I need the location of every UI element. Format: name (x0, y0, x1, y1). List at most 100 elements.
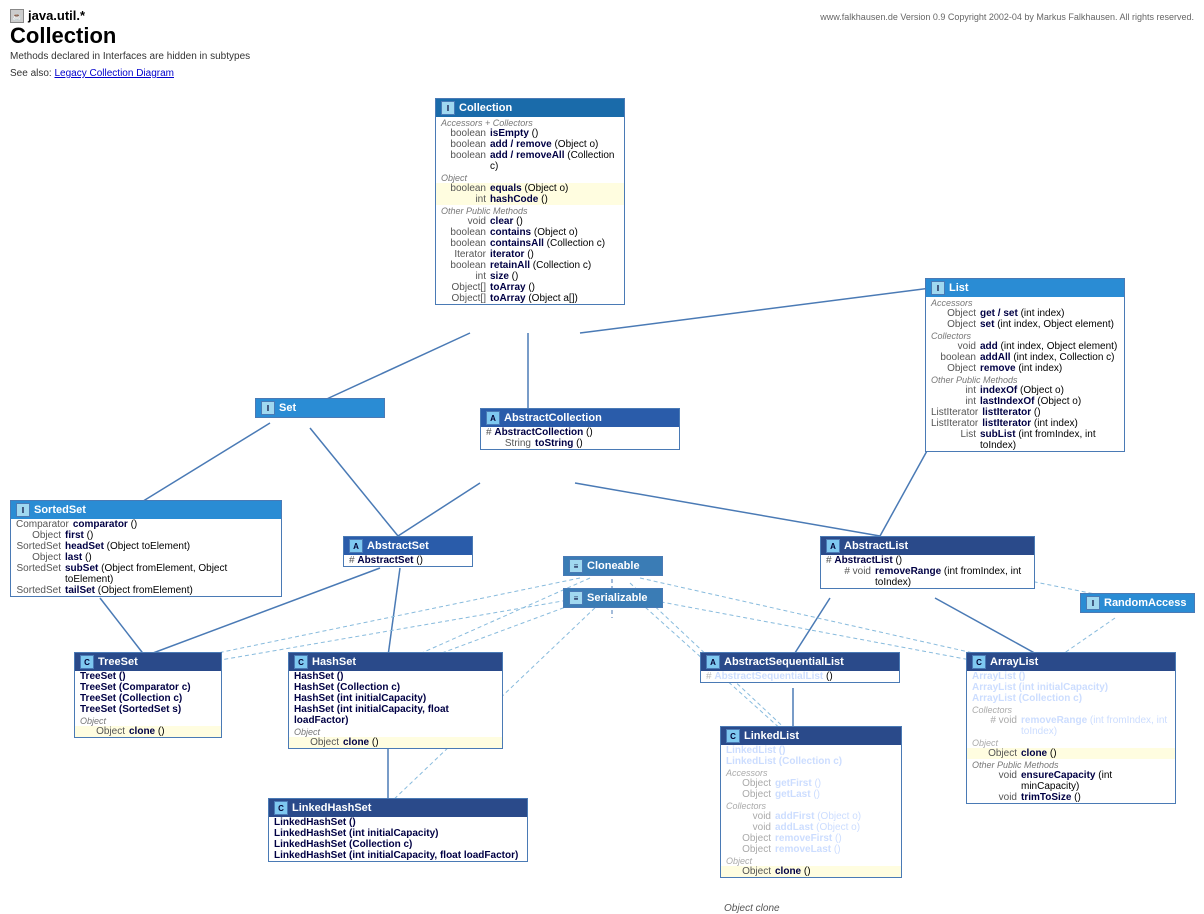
method-containsAll: booleancontainsAll (Collection c) (436, 238, 624, 249)
sortedset-tailSet: SortedSettailSet (Object fromElement) (11, 585, 281, 596)
list-title: List (949, 282, 969, 294)
treeset-ctor4: TreeSet (SortedSet s) (75, 704, 221, 715)
set-title: Set (279, 402, 296, 414)
method-clear: voidclear () (436, 216, 624, 227)
hashset-box: C HashSet HashSet () HashSet (Collection… (288, 652, 503, 749)
abstractcollection-title: AbstractCollection (504, 412, 602, 424)
abstractlist-header: A AbstractList (821, 537, 1034, 555)
abstractlist-removeRange: # voidremoveRange (int fromIndex, int to… (821, 566, 1034, 588)
collection-icon: I (441, 101, 455, 115)
collection-title: Collection (459, 102, 512, 114)
list-method-get: Objectget / set (int index) (926, 308, 1124, 319)
legacy-link[interactable]: Legacy Collection Diagram (54, 68, 174, 79)
see-also: See also: Legacy Collection Diagram (10, 68, 250, 79)
hashset-ctor4: HashSet (int initialCapacity, float load… (289, 704, 502, 726)
treeset-ctor3: TreeSet (Collection c) (75, 693, 221, 704)
list-method-subList: ListsubList (int fromIndex, int toIndex) (926, 429, 1124, 451)
abstractset-header: A AbstractSet (344, 537, 472, 555)
hashset-clone: Objectclone () (289, 737, 502, 748)
linkedlist-removeLast: Object removeLast () (721, 844, 901, 855)
cloneable-icon: ≡ (569, 559, 583, 573)
cloneable-header: ≡ Cloneable (564, 557, 662, 575)
list-method-set: Objectset (int index, Object element) (926, 319, 1124, 330)
randomaccess-icon: I (1086, 596, 1100, 610)
linkedhashset-icon: C (274, 801, 288, 815)
list-method-add: voidadd (int index, Object element) (926, 341, 1124, 352)
sortedset-title: SortedSet (34, 504, 86, 516)
arraylist-clone: Objectclone () (967, 748, 1175, 759)
arraylist-header: C ArrayList (967, 653, 1175, 671)
method-iterator: Iteratoriterator () (436, 249, 624, 260)
sortedset-header: I SortedSet (11, 501, 281, 519)
arraylist-icon: C (972, 655, 986, 669)
linkedlist-box: C LinkedList LinkedList () LinkedList (C… (720, 726, 902, 878)
abstractcollection-box: A AbstractCollection # AbstractCollectio… (480, 408, 680, 450)
arraylist-ctor3: ArrayList (Collection c) (967, 693, 1175, 704)
java-title: ☕ java.util.* (10, 8, 250, 23)
linkedhashset-title: LinkedHashSet (292, 802, 371, 814)
hashset-ctor3: HashSet (int initialCapacity) (289, 693, 502, 704)
arraylist-ctor1: ArrayList () (967, 671, 1175, 682)
linkedlist-removeFirst: Object removeFirst () (721, 833, 901, 844)
arraylist-title: ArrayList (990, 656, 1038, 668)
abstractlist-icon: A (826, 539, 840, 553)
cloneable-title: Cloneable (587, 560, 640, 572)
treeset-header: C TreeSet (75, 653, 221, 671)
list-method-indexOf: intindexOf (Object o) (926, 385, 1124, 396)
treeset-icon: C (80, 655, 94, 669)
randomaccess-header: I RandomAccess (1081, 594, 1194, 612)
java-package: java.util.* (28, 8, 85, 23)
linkedhashset-box: C LinkedHashSet LinkedHashSet () LinkedH… (268, 798, 528, 862)
method-retainAll: booleanretainAll (Collection c) (436, 260, 624, 271)
java-icon: ☕ (10, 9, 24, 23)
abstractcollection-icon: A (486, 411, 500, 425)
abstractsequentiallist-icon: A (706, 655, 720, 669)
sortedset-headSet: SortedSetheadSet (Object toElement) (11, 541, 281, 552)
abstractset-title: AbstractSet (367, 540, 429, 552)
method-addAll-removeAll: booleanadd / removeAll (Collection c) (436, 150, 624, 172)
abstractsequentiallist-title: AbstractSequentialList (724, 656, 844, 668)
treeset-box: C TreeSet TreeSet () TreeSet (Comparator… (74, 652, 222, 738)
arraylist-removeRange: # void removeRange (int fromIndex, int t… (967, 715, 1175, 737)
method-toArray1: Object[]toArray () (436, 282, 624, 293)
linkedlist-addLast: void addLast (Object o) (721, 822, 901, 833)
title-block: ☕ java.util.* Collection Methods declare… (10, 8, 250, 79)
page-header: ☕ java.util.* Collection Methods declare… (0, 0, 1204, 83)
randomaccess-title: RandomAccess (1104, 597, 1187, 609)
method-add-remove: booleanadd / remove (Object o) (436, 139, 624, 150)
hashset-header: C HashSet (289, 653, 502, 671)
abstractlist-constructor: # AbstractList () (821, 555, 1034, 566)
list-icon: I (931, 281, 945, 295)
list-method-listIterator2: ListIteratorlistIterator (int index) (926, 418, 1124, 429)
object-clone-label: Object clone (724, 903, 780, 914)
list-header: I List (926, 279, 1124, 297)
method-contains: booleancontains (Object o) (436, 227, 624, 238)
abstractlist-box: A AbstractList # AbstractList () # voidr… (820, 536, 1035, 589)
method-equals: booleanequals (Object o) (436, 183, 624, 194)
list-method-listIterator1: ListIteratorlistIterator () (926, 407, 1124, 418)
linkedlist-getFirst: Object getFirst () (721, 778, 901, 789)
copyright: www.falkhausen.de Version 0.9 Copyright … (820, 12, 1194, 22)
collection-other-label: Other Public Methods (436, 205, 624, 216)
abstractcollection-constructor: # AbstractCollection () (481, 427, 679, 438)
collection-header: I Collection (436, 99, 624, 117)
serializable-title: Serializable (587, 592, 648, 604)
linkedlist-ctor2: LinkedList (Collection c) (721, 756, 901, 767)
randomaccess-box: I RandomAccess (1080, 593, 1195, 613)
arraylist-trimToSize: voidtrimToSize () (967, 792, 1175, 803)
linkedlist-title: LinkedList (744, 730, 799, 742)
set-header: I Set (256, 399, 384, 417)
abstractcollection-header: A AbstractCollection (481, 409, 679, 427)
sortedset-box: I SortedSet Comparatorcomparator () Obje… (10, 500, 282, 597)
linkedhashset-ctor3: LinkedHashSet (Collection c) (269, 839, 527, 850)
treeset-ctor1: TreeSet () (75, 671, 221, 682)
method-toArray2: Object[]toArray (Object a[]) (436, 293, 624, 304)
hashset-ctor1: HashSet () (289, 671, 502, 682)
serializable-box: ≡ Serializable (563, 588, 663, 608)
linkedlist-clone: Objectclone () (721, 866, 901, 877)
main-title: Collection (10, 23, 250, 49)
collection-object-label: Object (436, 172, 624, 183)
cloneable-box: ≡ Cloneable (563, 556, 663, 576)
abstractcollection-toString: StringtoString () (481, 438, 679, 449)
arraylist-ctor2: ArrayList (int initialCapacity) (967, 682, 1175, 693)
